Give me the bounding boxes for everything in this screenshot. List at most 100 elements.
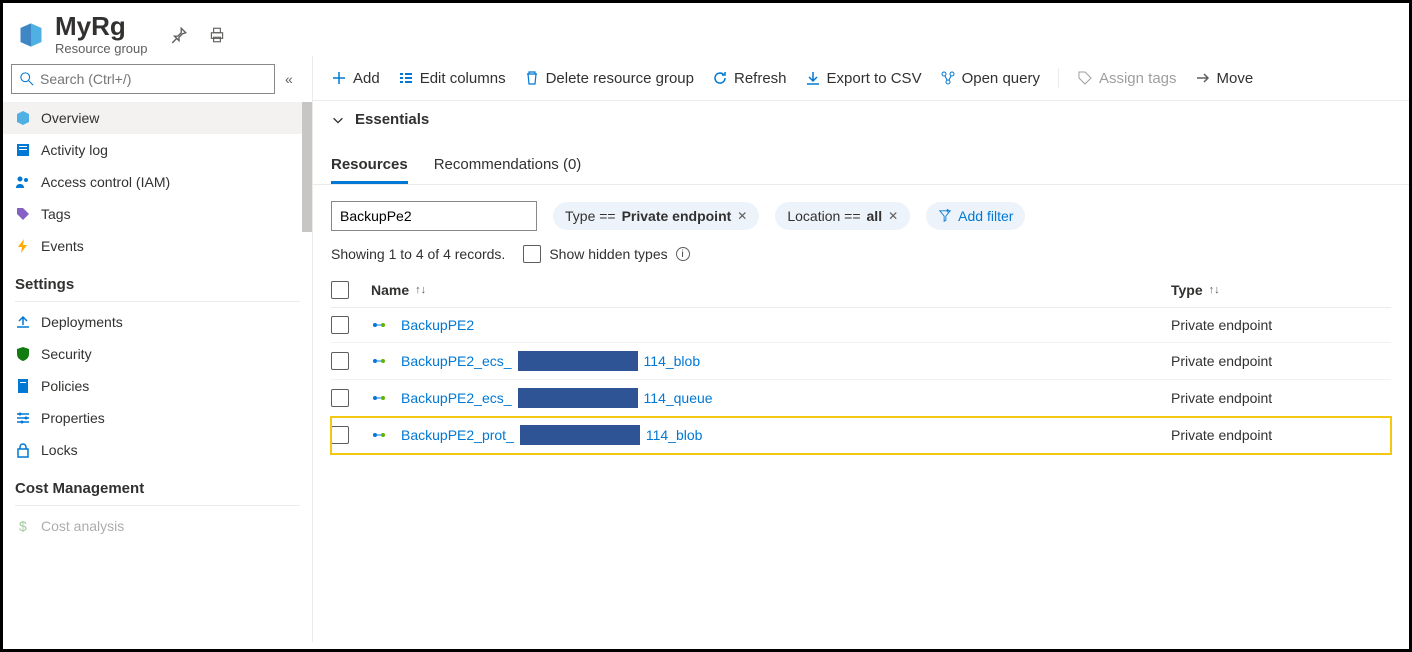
sidebar-item-label: Events <box>41 238 84 254</box>
trash-icon <box>524 70 540 86</box>
add-filter-button[interactable]: + Add filter <box>926 202 1025 230</box>
resource-link[interactable]: BackupPE2_ecs_ <box>401 390 512 406</box>
sidebar-item-policies[interactable]: Policies <box>3 370 312 402</box>
sidebar-item-deployments[interactable]: Deployments <box>3 306 312 338</box>
download-icon <box>805 70 821 86</box>
sidebar-item-overview[interactable]: Overview <box>3 102 312 134</box>
divider <box>15 301 300 302</box>
sidebar-item-label: Cost analysis <box>41 518 124 534</box>
sidebar-section-settings: Settings <box>3 262 312 297</box>
sidebar-item-cost-analysis[interactable]: $ Cost analysis <box>3 510 312 542</box>
add-button[interactable]: Add <box>331 70 380 87</box>
lock-icon <box>15 442 31 458</box>
collapse-sidebar-icon[interactable]: « <box>285 71 293 87</box>
upload-icon <box>15 314 31 330</box>
resource-link[interactable]: 114_queue <box>644 390 713 406</box>
sidebar-item-label: Access control (IAM) <box>41 174 170 190</box>
cube-icon <box>15 110 31 126</box>
sidebar-item-label: Overview <box>41 110 99 126</box>
people-icon <box>15 174 31 190</box>
sidebar-item-locks[interactable]: Locks <box>3 434 312 466</box>
essentials-toggle[interactable]: Essentials <box>313 101 1409 138</box>
row-checkbox[interactable] <box>331 389 349 407</box>
column-type[interactable]: Type ↑↓ <box>1171 281 1391 299</box>
open-query-button[interactable]: Open query <box>940 70 1040 87</box>
document-icon <box>15 378 31 394</box>
export-csv-button[interactable]: Export to CSV <box>805 70 922 87</box>
search-input[interactable] <box>40 71 266 87</box>
header-title-block: MyRg Resource group <box>55 13 148 56</box>
sidebar-item-label: Security <box>41 346 92 362</box>
private-endpoint-icon <box>371 317 387 333</box>
query-icon <box>940 70 956 86</box>
filter-bar: Type == Private endpoint ✕ Location == a… <box>313 185 1409 239</box>
refresh-button[interactable]: Refresh <box>712 70 787 87</box>
table-row[interactable]: BackupPE2_ecs_ 114_queue Private endpoint <box>331 380 1391 417</box>
private-endpoint-icon <box>371 427 387 443</box>
resource-link[interactable]: BackupPE2_ecs_ <box>401 353 512 369</box>
filter-text-input[interactable] <box>331 201 537 231</box>
select-all-checkbox[interactable] <box>331 281 349 299</box>
redacted-block <box>518 388 638 408</box>
resource-link[interactable]: BackupPE2_prot_ <box>401 427 514 443</box>
dollar-icon: $ <box>15 518 31 534</box>
table-row[interactable]: BackupPE2_prot_114_blobPrivate endpoint <box>331 417 1391 454</box>
sidebar-item-tags[interactable]: Tags <box>3 198 312 230</box>
private-endpoint-icon <box>371 390 387 406</box>
sidebar-scrollbar[interactable] <box>302 102 312 642</box>
close-icon[interactable]: ✕ <box>737 209 747 223</box>
tag-icon <box>15 206 31 222</box>
sidebar-search[interactable] <box>11 64 275 94</box>
arrow-right-icon <box>1195 70 1211 86</box>
table-row[interactable]: BackupPE2_ecs_114_blobPrivate endpoint <box>331 343 1391 380</box>
divider <box>15 505 300 506</box>
table-header: Name ↑↓ Type ↑↓ <box>331 273 1391 308</box>
chevron-down-icon <box>331 113 345 127</box>
assign-tags-button[interactable]: Assign tags <box>1077 70 1177 87</box>
sidebar-item-iam[interactable]: Access control (IAM) <box>3 166 312 198</box>
page-title: MyRg <box>55 13 148 39</box>
sidebar: « Overview Activity log Access control (… <box>3 56 313 642</box>
info-icon[interactable]: i <box>676 247 690 261</box>
funnel-plus-icon: + <box>938 209 952 223</box>
show-hidden-label: Show hidden types <box>549 246 667 262</box>
sidebar-item-label: Deployments <box>41 314 123 330</box>
row-checkbox[interactable] <box>331 352 349 370</box>
pin-icon[interactable] <box>170 26 188 44</box>
plus-icon <box>331 70 347 86</box>
sidebar-item-events[interactable]: Events <box>3 230 312 262</box>
resource-link[interactable]: 114_blob <box>646 427 703 443</box>
sidebar-item-properties[interactable]: Properties <box>3 402 312 434</box>
sidebar-item-label: Activity log <box>41 142 108 158</box>
status-row: Showing 1 to 4 of 4 records. Show hidden… <box>313 239 1409 273</box>
print-icon[interactable] <box>208 26 226 44</box>
resource-type: Private endpoint <box>1171 317 1391 333</box>
sidebar-item-label: Policies <box>41 378 89 394</box>
resource-link[interactable]: BackupPE2 <box>401 317 474 333</box>
toolbar-separator <box>1058 68 1059 88</box>
sort-icon: ↑↓ <box>1209 284 1220 296</box>
close-icon[interactable]: ✕ <box>888 209 898 223</box>
lightning-icon <box>15 238 31 254</box>
tab-resources[interactable]: Resources <box>331 148 408 184</box>
resource-type: Private endpoint <box>1171 390 1391 406</box>
filter-pill-location[interactable]: Location == all ✕ <box>775 202 910 230</box>
sidebar-item-activity[interactable]: Activity log <box>3 134 312 166</box>
columns-icon <box>398 70 414 86</box>
edit-columns-button[interactable]: Edit columns <box>398 70 506 87</box>
sidebar-item-security[interactable]: Security <box>3 338 312 370</box>
row-checkbox[interactable] <box>331 316 349 334</box>
show-hidden-checkbox[interactable] <box>523 245 541 263</box>
refresh-icon <box>712 70 728 86</box>
search-icon <box>20 72 34 86</box>
page-header: MyRg Resource group <box>3 3 1409 56</box>
resource-link[interactable]: 114_blob <box>644 353 701 369</box>
filter-pill-type[interactable]: Type == Private endpoint ✕ <box>553 202 759 230</box>
tab-recommendations[interactable]: Recommendations (0) <box>434 148 582 184</box>
delete-rg-button[interactable]: Delete resource group <box>524 70 694 87</box>
sidebar-item-label: Properties <box>41 410 105 426</box>
row-checkbox[interactable] <box>331 426 349 444</box>
move-button[interactable]: Move <box>1195 70 1254 87</box>
column-name[interactable]: Name ↑↓ <box>371 281 1171 299</box>
table-row[interactable]: BackupPE2 Private endpoint <box>331 308 1391 343</box>
